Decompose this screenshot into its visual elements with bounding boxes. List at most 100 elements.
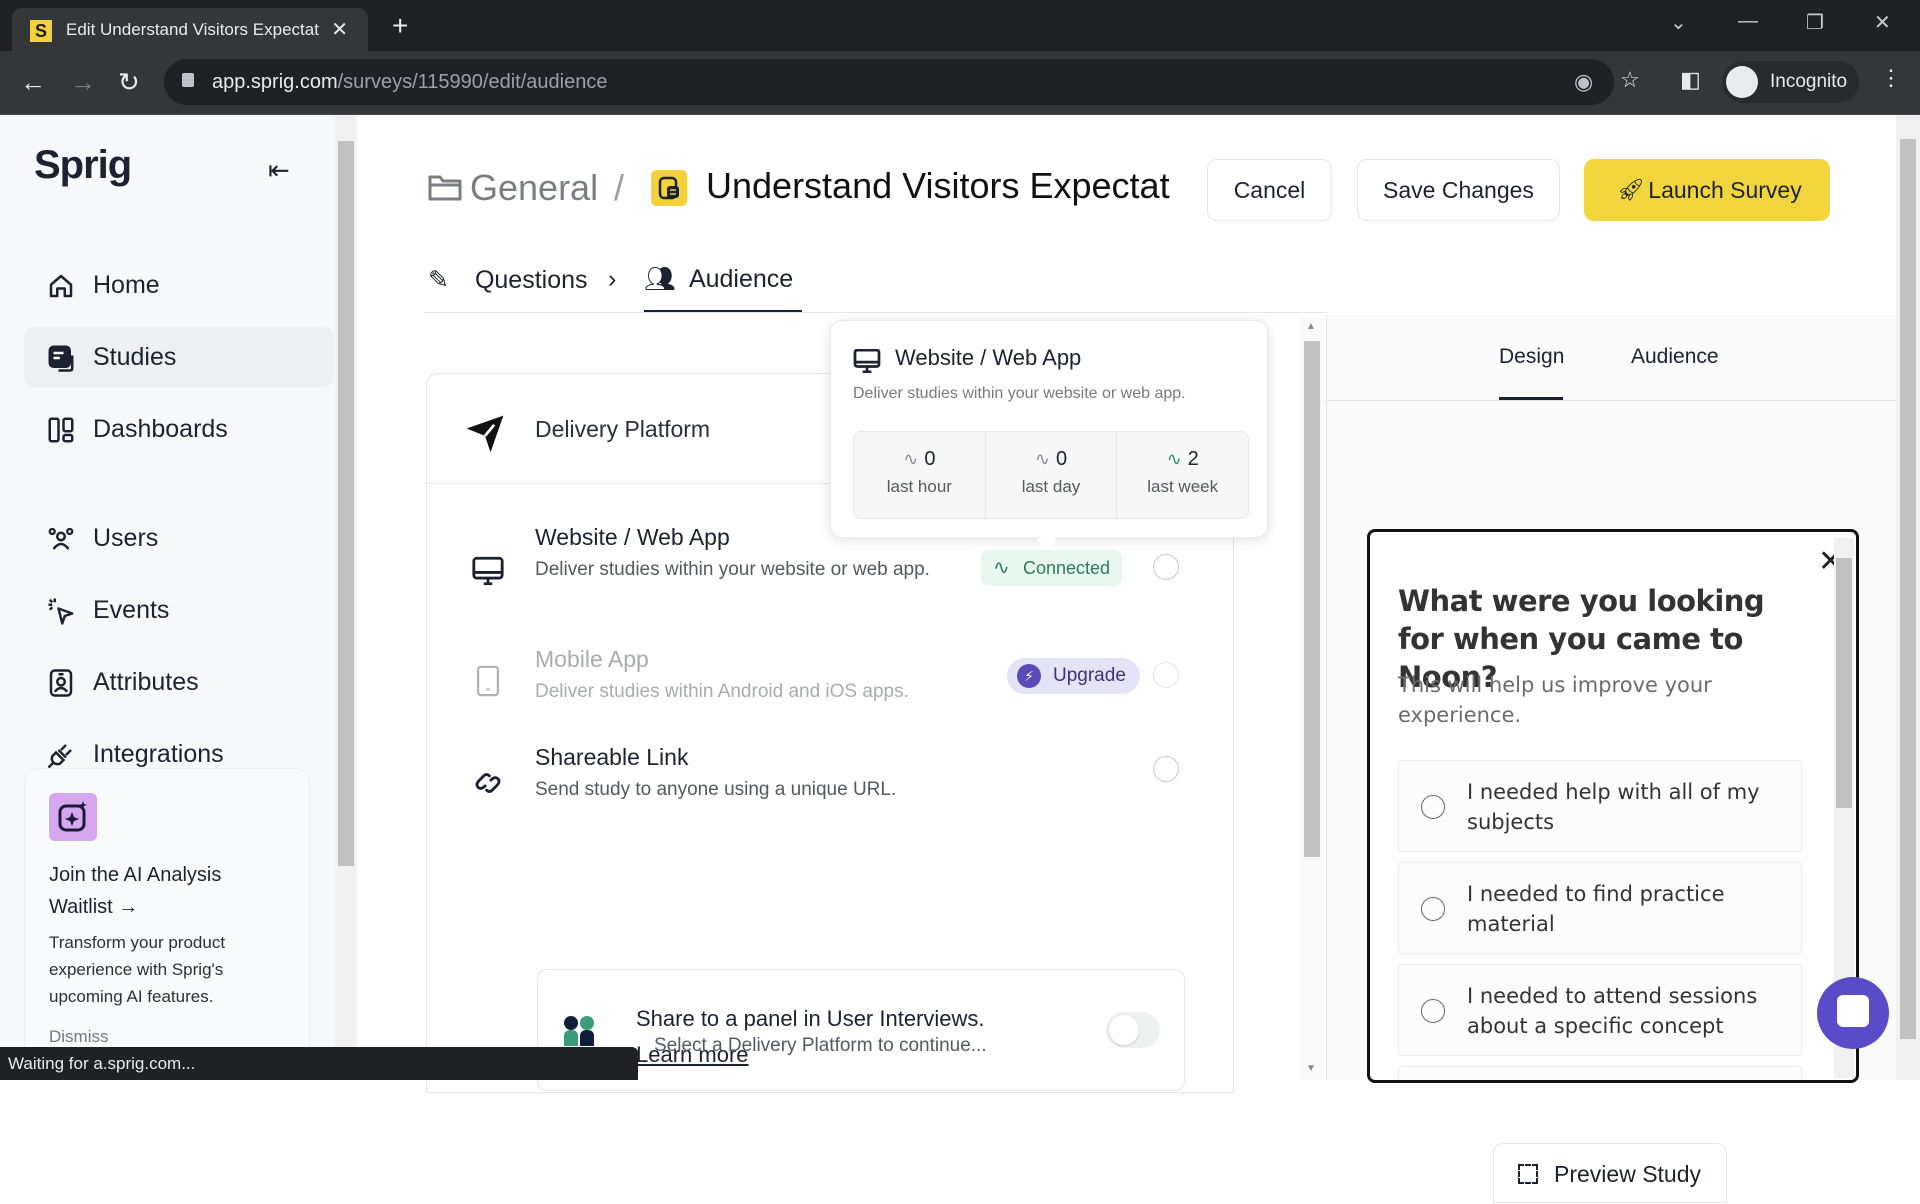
side-panel-icon[interactable]: ◧ <box>1680 67 1701 93</box>
scroll-down-icon[interactable]: ▼ <box>1306 1063 1316 1074</box>
tab-questions[interactable]: ✎ Questions <box>428 265 588 295</box>
choice-label: I needed help with all of my subjects <box>1467 780 1760 834</box>
radio-mobile-app[interactable] <box>1153 662 1179 688</box>
survey-choice[interactable]: I needed to find practice material <box>1398 862 1802 954</box>
sidebar-item-label: Studies <box>93 343 177 371</box>
browser-tab-bar: S Edit Understand Visitors Expectat ✕ + … <box>0 0 1920 51</box>
sidebar-item-home[interactable]: Home <box>24 255 334 315</box>
new-tab-icon[interactable]: + <box>392 10 408 42</box>
survey-scrollbar-thumb[interactable] <box>1836 558 1852 808</box>
sidebar-item-events[interactable]: Events <box>24 580 334 640</box>
choice-label: I needed to find practice material <box>1467 882 1725 936</box>
stat-last-week: ∿ 2 last week <box>1117 432 1248 518</box>
preview-study-button[interactable]: Preview Study <box>1493 1143 1727 1203</box>
breadcrumb-folder-link[interactable]: General <box>470 167 598 209</box>
upgrade-badge[interactable]: ⚡︎ Upgrade <box>1007 658 1140 694</box>
browser-toolbar: ← → ↻ app.sprig.com/surveys/115990/edit/… <box>0 51 1920 115</box>
promo-title-link[interactable]: Join the AI Analysis Waitlist → <box>49 859 289 923</box>
app: Sprig ⇤ Home Studies Dashboards Users Ev… <box>0 115 1920 1203</box>
upgrade-label: Upgrade <box>1053 665 1126 686</box>
stat-value: 0 <box>1055 448 1068 470</box>
user-interviews-text: Share to a panel in User Interviews. <box>636 1006 985 1031</box>
survey-choice-partial[interactable] <box>1398 1066 1802 1080</box>
sidebar-scrollbar[interactable] <box>335 115 357 1050</box>
radio-shareable-link[interactable] <box>1153 756 1179 782</box>
radio-website-web-app[interactable] <box>1153 554 1179 580</box>
main-scrollbar[interactable]: ▲ ▼ <box>1300 317 1324 1080</box>
option-shareable-link[interactable]: Shareable Link Send study to anyone usin… <box>427 744 1233 844</box>
tab-design[interactable]: Design <box>1499 345 1564 369</box>
preview-tabs-divider <box>1327 400 1896 401</box>
dashboards-icon <box>48 417 74 443</box>
user-interviews-toggle[interactable] <box>1106 1012 1160 1048</box>
breadcrumb-separator: / <box>614 167 625 208</box>
sprig-logo[interactable]: Sprig <box>34 143 132 188</box>
launch-survey-button[interactable]: 🚀︎ Launch Survey <box>1584 159 1830 221</box>
home-icon <box>49 274 73 298</box>
sidebar-scrollbar-thumb[interactable] <box>338 141 354 866</box>
forward-icon[interactable]: → <box>70 67 96 98</box>
page-scrollbar[interactable] <box>1896 115 1920 1080</box>
sidebar-item-label: Dashboards <box>93 415 228 443</box>
scroll-up-icon[interactable]: ▲ <box>1306 321 1316 332</box>
sidebar-item-label: Users <box>93 524 159 552</box>
incognito-profile-button[interactable]: Incognito <box>1722 61 1860 103</box>
survey-choice[interactable]: I needed to attend sessions about a spec… <box>1398 964 1802 1056</box>
sidebar-item-label: Integrations <box>93 740 224 768</box>
close-window-icon[interactable]: ✕ <box>1874 10 1891 35</box>
collapse-sidebar-icon[interactable]: ⇤ <box>268 155 290 186</box>
option-title: Website / Web App <box>535 524 730 550</box>
sidebar-item-label: Home <box>93 271 160 299</box>
survey-subtitle: This will help us improve your experienc… <box>1398 673 1712 727</box>
address-bar[interactable]: app.sprig.com/surveys/115990/edit/audien… <box>164 59 1614 105</box>
option-website-web-app[interactable]: Website / Web App Deliver studies within… <box>427 524 1233 624</box>
toggle-knob <box>1109 1015 1139 1045</box>
sidebar-item-label: Events <box>93 596 170 624</box>
page-scrollbar-thumb[interactable] <box>1900 139 1916 1039</box>
cancel-button[interactable]: Cancel <box>1207 159 1332 221</box>
platform-stats-popover: Website / Web App Deliver studies within… <box>830 320 1268 538</box>
back-icon[interactable]: ← <box>20 67 46 98</box>
survey-choice[interactable]: I needed help with all of my subjects <box>1398 760 1802 852</box>
activity-pulse-icon: ∿ <box>903 449 919 469</box>
save-changes-button[interactable]: Save Changes <box>1357 159 1560 221</box>
tracking-protection-eye-icon[interactable]: ◉ <box>1574 69 1593 95</box>
bookmark-star-icon[interactable]: ☆ <box>1620 67 1640 93</box>
option-mobile-app[interactable]: Mobile App Deliver studies within Androi… <box>427 646 1233 746</box>
ai-waitlist-promo: Join the AI Analysis Waitlist → Transfor… <box>24 768 310 1068</box>
tab-questions-label: Questions <box>474 266 588 294</box>
edit-pencil-icon: ✎ <box>428 266 449 294</box>
url-text: app.sprig.com/surveys/115990/edit/audien… <box>212 71 608 93</box>
preview-study-label: Preview Study <box>1554 1161 1702 1187</box>
desktop-monitor-icon <box>853 349 881 373</box>
send-paper-plane-icon <box>466 415 504 453</box>
main-scrollbar-thumb[interactable] <box>1304 341 1320 857</box>
browser-tab[interactable]: S Edit Understand Visitors Expectat ✕ <box>12 8 368 51</box>
restore-icon[interactable]: ❐ <box>1806 10 1824 35</box>
choice-label: I needed to attend sessions about a spec… <box>1467 984 1758 1038</box>
chat-support-button[interactable] <box>1817 977 1889 1049</box>
sidebar-item-users[interactable]: Users <box>24 508 334 568</box>
survey-title[interactable]: Understand Visitors Expectat <box>706 165 1170 207</box>
tab-search-icon[interactable]: ⌄ <box>1670 10 1687 35</box>
popover-title: Website / Web App <box>895 345 1082 370</box>
choice-radio[interactable] <box>1421 897 1445 921</box>
sidebar-item-dashboards[interactable]: Dashboards <box>24 399 334 459</box>
browser-menu-icon[interactable]: ⋮ <box>1880 65 1902 91</box>
tab-audience-label: Audience <box>688 265 794 293</box>
sidebar-item-label: Attributes <box>93 668 199 696</box>
tab-preview-audience[interactable]: Audience <box>1631 345 1719 369</box>
choice-radio[interactable] <box>1421 795 1445 819</box>
activity-pulse-icon: ∿ <box>993 557 1010 579</box>
minimize-icon[interactable]: — <box>1738 10 1758 33</box>
tab-audience[interactable]: 👥︎ Audience <box>644 265 793 294</box>
close-tab-icon[interactable]: ✕ <box>331 17 348 42</box>
attributes-icon <box>49 669 73 697</box>
browser-status-bar: Waiting for a.sprig.com... <box>0 1047 638 1080</box>
sidebar-item-attributes[interactable]: Attributes <box>24 652 334 712</box>
dismiss-button[interactable]: Dismiss <box>49 1027 109 1047</box>
sidebar-item-studies[interactable]: Studies <box>24 327 334 387</box>
choice-radio[interactable] <box>1421 999 1445 1023</box>
select-platform-hint: Select a Delivery Platform to continue..… <box>654 1035 987 1056</box>
reload-icon[interactable]: ↻ <box>118 67 140 98</box>
